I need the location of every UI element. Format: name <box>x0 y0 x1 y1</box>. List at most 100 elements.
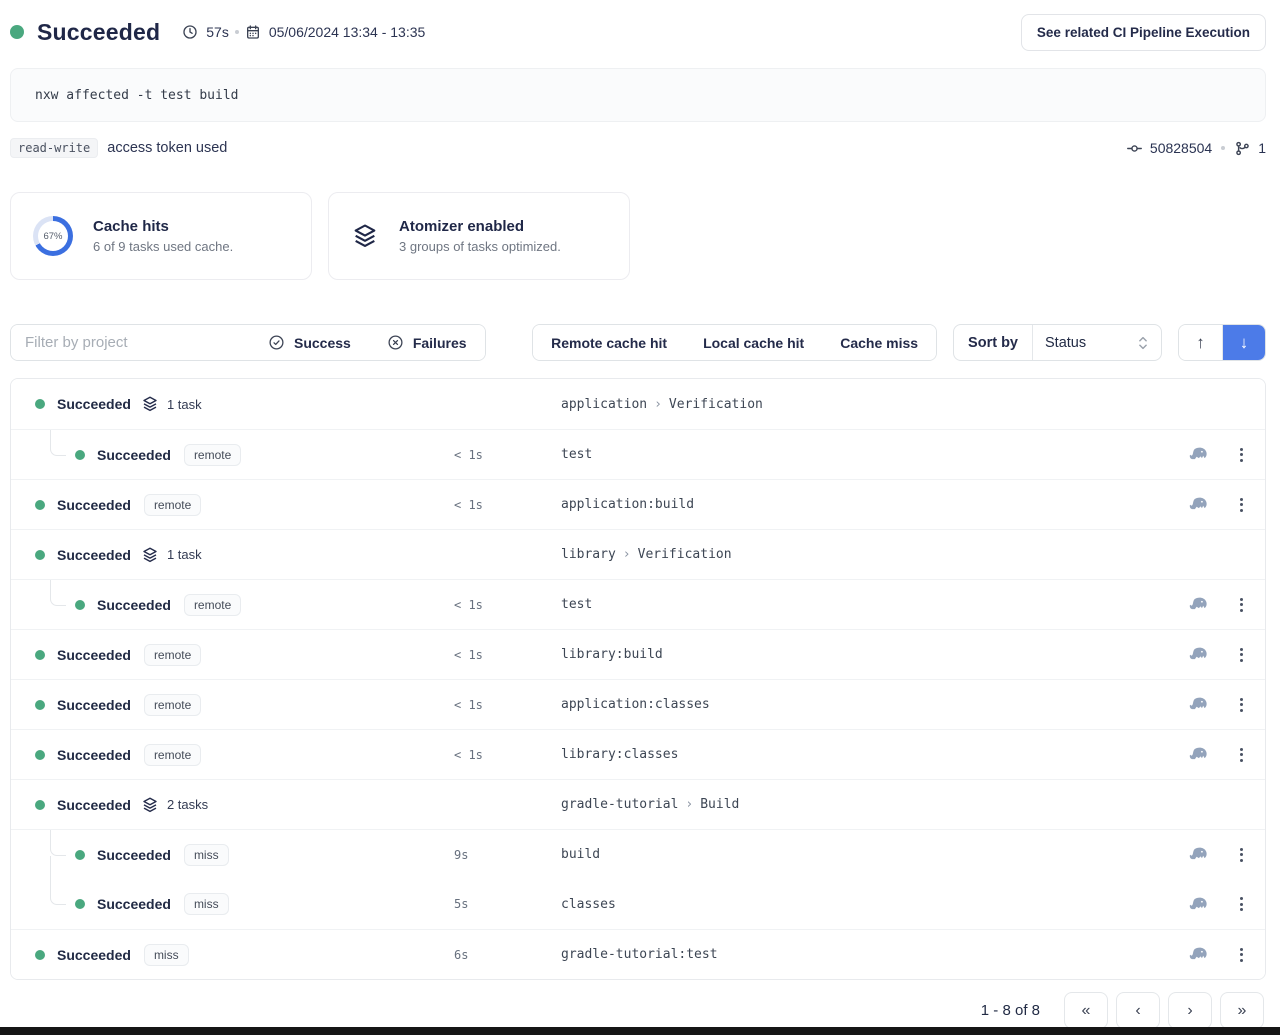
bottom-window-edge <box>0 1027 1280 1035</box>
separator-dot <box>235 30 239 34</box>
project-filter-group: Success Failures <box>10 324 486 361</box>
gradle-icon[interactable] <box>1188 746 1210 763</box>
failures-filter-button[interactable]: Failures <box>369 325 485 360</box>
sort-ascending-button[interactable]: ↑ <box>1179 325 1222 360</box>
tree-connector <box>50 879 66 905</box>
task-row[interactable]: Succeededremote< 1stest <box>11 429 1265 479</box>
row-menu-kebab-icon[interactable] <box>1236 944 1247 966</box>
task-name: classes <box>561 897 616 912</box>
row-status-label: Succeeded <box>97 896 171 912</box>
task-name: application:build <box>561 497 694 512</box>
row-menu-kebab-icon[interactable] <box>1236 694 1247 716</box>
first-page-button[interactable]: « <box>1064 992 1108 1029</box>
chevron-right-icon: › <box>1187 1002 1192 1020</box>
prev-page-button[interactable]: ‹ <box>1116 992 1160 1029</box>
status-dot <box>35 700 45 710</box>
group-path: application›Verification <box>561 397 763 412</box>
arrow-up-icon: ↑ <box>1196 333 1205 353</box>
row-menu-kebab-icon[interactable] <box>1236 444 1247 466</box>
row-menu-kebab-icon[interactable] <box>1236 594 1247 616</box>
row-lead: Succeededremote <box>11 644 201 666</box>
task-group-row[interactable]: Succeeded1 tasklibrary›Verification <box>11 529 1265 579</box>
check-circle-icon <box>268 334 285 351</box>
task-group-row[interactable]: Succeeded1 taskapplication›Verification <box>11 379 1265 429</box>
card-title: Cache hits <box>93 218 233 235</box>
gradle-icon[interactable] <box>1188 496 1210 513</box>
row-status-label: Succeeded <box>97 847 171 863</box>
local-cache-hit-button[interactable]: Local cache hit <box>685 325 822 360</box>
task-row[interactable]: Succeededremote< 1stest <box>11 579 1265 629</box>
date-range-text: 05/06/2024 13:34 - 13:35 <box>269 24 425 40</box>
chevron-left-icon: ‹ <box>1135 1002 1140 1020</box>
cache-hit-percent: 67% <box>43 231 62 242</box>
branch-count: 1 <box>1258 140 1266 156</box>
row-status-label: Succeeded <box>57 747 131 763</box>
clock-icon <box>182 24 198 40</box>
cache-status-badge: miss <box>144 944 189 966</box>
status-dot <box>75 600 85 610</box>
cache-miss-button[interactable]: Cache miss <box>822 325 936 360</box>
sort-value: Status <box>1045 335 1086 351</box>
last-page-button[interactable]: » <box>1220 992 1264 1029</box>
row-menu-kebab-icon[interactable] <box>1236 644 1247 666</box>
duration-meta: 57s <box>182 24 229 40</box>
chevron-separator-icon: › <box>623 547 631 562</box>
card-subtitle: 3 groups of tasks optimized. <box>399 239 561 254</box>
task-duration: 9s <box>454 848 468 862</box>
tree-connector <box>50 430 66 456</box>
layers-icon <box>351 222 379 250</box>
gradle-icon[interactable] <box>1188 696 1210 713</box>
task-row[interactable]: Succeededremote< 1slibrary:classes <box>11 729 1265 779</box>
cache-hit-ring-chart: 67% <box>33 216 73 256</box>
pagination-buttons: « ‹ › » <box>1064 992 1264 1029</box>
task-row[interactable]: Succeededmiss5sclasses <box>11 879 1265 929</box>
row-status-label: Succeeded <box>97 447 171 463</box>
date-meta: 05/06/2024 13:34 - 13:35 <box>245 24 425 40</box>
sort-direction-group: ↑ ↓ <box>1178 324 1266 361</box>
sort-status-select[interactable]: Status <box>1033 325 1161 360</box>
row-menu-kebab-icon[interactable] <box>1236 893 1247 915</box>
task-duration: < 1s <box>454 648 483 662</box>
commit-hash[interactable]: 50828504 <box>1150 140 1212 156</box>
status-dot <box>75 450 85 460</box>
right-controls: Remote cache hit Local cache hit Cache m… <box>532 324 1266 361</box>
gradle-icon[interactable] <box>1188 446 1210 463</box>
next-page-button[interactable]: › <box>1168 992 1212 1029</box>
task-row[interactable]: Succeededremote< 1sapplication:build <box>11 479 1265 529</box>
row-menu-kebab-icon[interactable] <box>1236 844 1247 866</box>
sort-descending-button[interactable]: ↓ <box>1222 325 1265 360</box>
project-filter-input[interactable] <box>11 325 250 360</box>
task-row[interactable]: Succeededremote< 1sapplication:classes <box>11 679 1265 729</box>
remote-cache-hit-button[interactable]: Remote cache hit <box>533 325 685 360</box>
layers-icon <box>141 796 159 814</box>
row-menu-kebab-icon[interactable] <box>1236 494 1247 516</box>
layers-icon <box>141 546 159 564</box>
gradle-icon[interactable] <box>1188 846 1210 863</box>
task-duration: 6s <box>454 948 468 962</box>
token-text: access token used <box>107 140 227 156</box>
related-pipeline-button[interactable]: See related CI Pipeline Execution <box>1021 14 1266 51</box>
double-chevron-right-icon: » <box>1238 1002 1247 1020</box>
row-status-label: Succeeded <box>57 396 131 412</box>
command-box: nxw affected -t test build <box>10 68 1266 122</box>
gradle-icon[interactable] <box>1188 596 1210 613</box>
row-menu-kebab-icon[interactable] <box>1236 744 1247 766</box>
task-row[interactable]: Succeededremote< 1slibrary:build <box>11 629 1265 679</box>
task-count-label: 1 task <box>167 547 202 562</box>
task-group-row[interactable]: Succeeded2 tasksgradle-tutorial›Build <box>11 779 1265 829</box>
cache-hits-card: 67% Cache hits 6 of 9 tasks used cache. <box>10 192 312 280</box>
task-row[interactable]: Succeededmiss6sgradle-tutorial:test <box>11 929 1265 979</box>
gradle-icon[interactable] <box>1188 896 1210 913</box>
cache-status-badge: remote <box>144 494 201 516</box>
gradle-icon[interactable] <box>1188 646 1210 663</box>
task-name: test <box>561 447 592 462</box>
task-row[interactable]: Succeededmiss9sbuild <box>11 829 1265 879</box>
cache-status-badge: remote <box>184 594 241 616</box>
failures-filter-label: Failures <box>413 335 467 351</box>
gradle-icon[interactable] <box>1188 946 1210 963</box>
row-lead: Succeeded2 tasks <box>11 796 208 814</box>
success-filter-button[interactable]: Success <box>250 325 369 360</box>
task-duration: < 1s <box>454 598 483 612</box>
task-name: gradle-tutorial:test <box>561 947 718 962</box>
cache-status-badge: remote <box>144 744 201 766</box>
